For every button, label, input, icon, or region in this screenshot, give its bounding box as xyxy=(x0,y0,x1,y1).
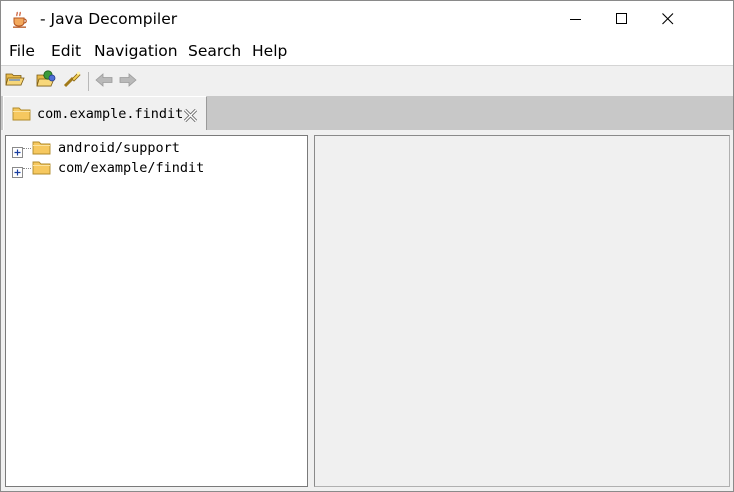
open-type-icon xyxy=(36,70,56,92)
expand-plus-icon[interactable] xyxy=(12,163,23,178)
tree-item[interactable]: android/support xyxy=(6,138,306,158)
tab-com-example-findit[interactable]: com.example.findit xyxy=(3,96,207,130)
title-bar: - Java Decompiler xyxy=(1,1,733,37)
minimize-icon xyxy=(570,13,582,25)
menu-file[interactable]: File xyxy=(9,42,35,60)
toolbar xyxy=(1,65,733,96)
content-area: android/support com/example/findit xyxy=(1,130,733,491)
back-arrow-icon xyxy=(95,72,113,91)
menu-bar: File Edit Navigation Search Help xyxy=(1,37,733,65)
coffee-cup-icon xyxy=(12,11,30,29)
close-button[interactable] xyxy=(645,1,691,37)
source-view-pane xyxy=(314,135,730,487)
expand-plus-icon[interactable] xyxy=(12,143,23,158)
tab-close-icon[interactable] xyxy=(183,107,198,126)
package-tree[interactable]: android/support com/example/findit xyxy=(5,135,308,487)
tree-connector xyxy=(23,148,31,149)
tree-item-label: android/support xyxy=(58,140,180,156)
menu-help[interactable]: Help xyxy=(252,42,287,60)
menu-edit[interactable]: Edit xyxy=(51,42,81,60)
close-icon xyxy=(662,13,674,25)
folder-icon xyxy=(32,160,52,180)
open-file-button[interactable] xyxy=(4,71,26,91)
tree-connector xyxy=(23,168,31,169)
maximize-icon xyxy=(616,13,628,25)
tree-item[interactable]: com/example/findit xyxy=(6,158,306,178)
minimize-button[interactable] xyxy=(553,1,599,37)
open-type-button[interactable] xyxy=(35,70,57,92)
menu-navigation[interactable]: Navigation xyxy=(94,42,178,60)
folder-icon xyxy=(12,106,32,126)
tab-strip: com.example.findit xyxy=(1,96,733,130)
menu-search[interactable]: Search xyxy=(188,42,241,60)
folder-icon xyxy=(32,140,52,160)
maximize-button[interactable] xyxy=(599,1,645,37)
search-button[interactable] xyxy=(61,71,83,91)
tree-item-label: com/example/findit xyxy=(58,160,205,176)
back-button[interactable] xyxy=(93,71,115,91)
forward-button[interactable] xyxy=(117,71,139,91)
window-title: - Java Decompiler xyxy=(40,10,178,28)
search-icon xyxy=(62,70,82,92)
main-window: - Java Decompiler File Edit Navigation S… xyxy=(0,0,734,492)
open-file-icon xyxy=(5,70,25,92)
forward-arrow-icon xyxy=(119,72,137,91)
toolbar-separator xyxy=(88,72,89,91)
tab-label: com.example.findit xyxy=(37,106,184,122)
